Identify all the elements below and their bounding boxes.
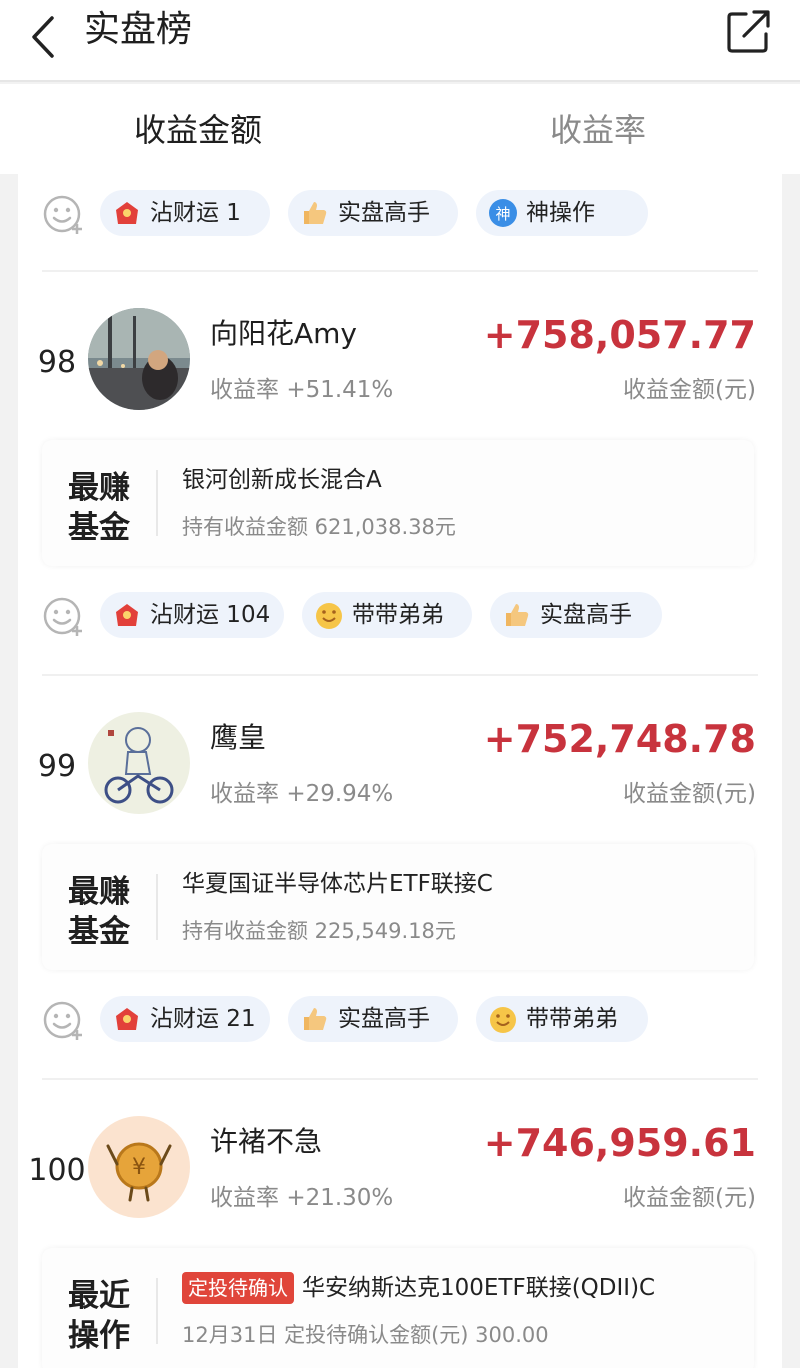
recent-operation-card[interactable]: 最近 操作 定投待确认 华安纳斯达克100ETF联接(QDII)C 12月31日 定… [42,1248,754,1368]
profit-rate: 收益率 +29.94% [210,778,393,810]
rank-number: 99 [37,749,77,784]
profit-rate: 收益率 +51.41% [210,374,393,406]
fund-card-label: 最近 操作 [68,1278,130,1354]
ranking-entry[interactable]: 100 ¥ 许褚不急 收益率 +21.30% +746,959.61 收益金额(… [18,1116,782,1368]
tag-label: 实盘高手 [338,200,430,226]
tab-bar: 收益金额 收益率 [0,84,800,174]
fund-card-separator [156,1278,158,1344]
user-name[interactable]: 鹰皇 [210,720,266,756]
fund-card-separator [156,470,158,536]
svg-text:¥: ¥ [132,1155,146,1180]
profit-amount: +758,057.77 [483,313,756,357]
red-envelope-icon [116,604,138,626]
tag-chip[interactable]: 实盘高手 [288,190,458,236]
add-reaction-icon[interactable] [42,194,84,236]
tag-chip[interactable]: 沾财运 21 [100,996,270,1042]
fund-card-label: 最赚 基金 [68,470,130,546]
smile-face-icon [316,603,342,629]
red-envelope-icon [116,1008,138,1030]
add-reaction-icon[interactable] [42,596,84,638]
thumbs-up-icon [304,202,327,224]
ranking-entry[interactable]: 99 鹰皇 收益率 +29.94% +752,748.78 收益金额(元) 最赚… [18,712,782,992]
shen-badge-icon: 神 [489,199,517,227]
divider [42,270,758,272]
smile-face-icon [490,1007,516,1033]
tag-row: 沾财运 21 实盘高手 带带弟弟 [42,996,662,1046]
tag-chip[interactable]: 沾财运 104 [100,592,284,638]
tag-chip[interactable]: 实盘高手 [490,592,662,638]
tag-chip[interactable]: 沾财运 1 [100,190,270,236]
profit-rate: 收益率 +21.30% [210,1182,393,1214]
user-name[interactable]: 许褚不急 [210,1124,322,1160]
fund-name: 华夏国证半导体芯片ETF联接C [182,871,493,897]
tag-label: 沾财运 104 [150,602,271,628]
profit-rate-value: +51.41% [286,377,394,403]
fund-name: 华安纳斯达克100ETF联接(QDII)C [302,1275,656,1301]
top-fund-card[interactable]: 最赚 基金 华夏国证半导体芯片ETF联接C 持有收益金额 225,549.18元 [42,844,754,970]
tag-row: 沾财运 1 实盘高手 神 神操作 [42,190,662,240]
profit-amount: +752,748.78 [483,717,756,761]
back-arrow-icon[interactable] [22,12,72,62]
tag-chip[interactable]: 带带弟弟 [476,996,648,1042]
tag-label: 带带弟弟 [526,1006,618,1032]
fund-card-label: 最赚 基金 [68,874,130,950]
fund-name-row: 定投待确认 华安纳斯达克100ETF联接(QDII)C [182,1272,655,1304]
profit-rate-value: +29.94% [286,781,394,807]
pending-confirm-badge: 定投待确认 [182,1272,294,1304]
tag-chip[interactable]: 带带弟弟 [302,592,472,638]
add-reaction-icon[interactable] [42,1000,84,1042]
tag-chip[interactable]: 神 神操作 [476,190,648,236]
tag-label: 沾财运 1 [150,200,241,226]
rank-number: 100 [28,1153,86,1188]
page-title: 实盘榜 [84,9,193,50]
ranking-list: 沾财运 1 实盘高手 神 神操作 98 向阳花Amy 收益率 +51.41% +… [18,174,782,1368]
thumbs-up-icon [304,1008,327,1030]
profit-amount-label: 收益金额(元) [623,1185,756,1211]
divider [42,1078,758,1080]
profit-rate-label: 收益率 [210,377,279,403]
svg-text:神: 神 [495,205,510,223]
thumbs-up-icon [506,604,529,626]
fund-name: 银河创新成长混合A [182,467,382,493]
fund-card-separator [156,874,158,940]
profit-rate-value: +21.30% [286,1185,394,1211]
tag-label: 带带弟弟 [352,602,444,628]
profit-rate-label: 收益率 [210,781,279,807]
tag-label: 实盘高手 [338,1006,430,1032]
tag-label: 神操作 [526,200,595,226]
tag-chip[interactable]: 实盘高手 [288,996,458,1042]
profit-rate-label: 收益率 [210,1185,279,1211]
user-name[interactable]: 向阳花Amy [210,316,357,352]
red-envelope-icon [116,202,138,224]
tag-label: 沾财运 21 [150,1006,256,1032]
avatar[interactable] [88,712,190,814]
tag-row: 沾财运 104 带带弟弟 实盘高手 [42,592,682,642]
ranking-entry[interactable]: 98 向阳花Amy 收益率 +51.41% +758,057.77 收益金额(元… [18,308,782,588]
rank-number: 98 [37,345,77,380]
divider [42,674,758,676]
profit-amount-label: 收益金额(元) [623,377,756,403]
tag-label: 实盘高手 [540,602,632,628]
tab-profit-amount[interactable]: 收益金额 [134,110,262,150]
avatar[interactable]: ¥ [88,1116,190,1218]
fund-holding-profit: 持有收益金额 621,038.38元 [182,515,456,539]
avatar[interactable] [88,308,190,410]
profit-amount: +746,959.61 [483,1121,756,1165]
operation-detail: 12月31日 定投待确认金额(元) 300.00 [182,1323,549,1347]
fund-holding-profit: 持有收益金额 225,549.18元 [182,919,456,943]
tab-profit-rate[interactable]: 收益率 [550,110,646,150]
top-bar: 实盘榜 [0,0,800,82]
profit-amount-label: 收益金额(元) [623,781,756,807]
share-icon[interactable] [724,6,774,56]
top-fund-card[interactable]: 最赚 基金 银河创新成长混合A 持有收益金额 621,038.38元 [42,440,754,566]
